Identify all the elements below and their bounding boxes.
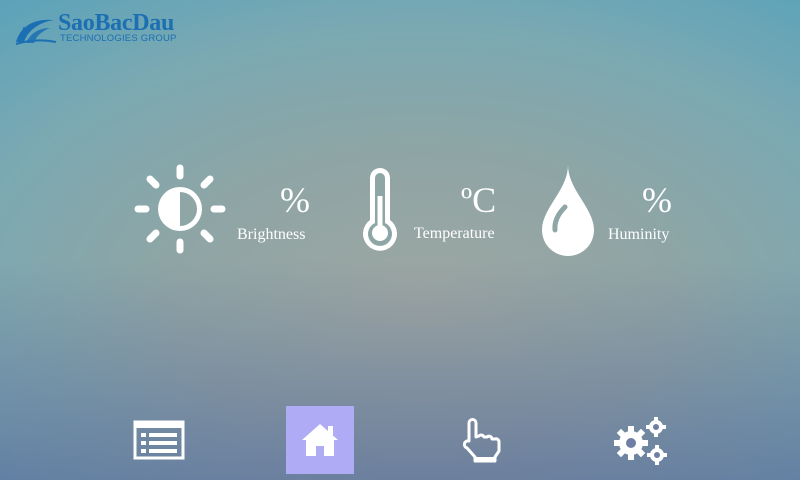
nav-list-button[interactable] <box>125 406 193 474</box>
background-shade <box>0 260 800 480</box>
nav-settings-button[interactable] <box>606 406 674 474</box>
temperature-unit: ºC <box>461 180 497 220</box>
sun-icon <box>134 164 226 254</box>
nav-touch-button[interactable] <box>446 406 514 474</box>
water-drop-icon <box>542 165 594 256</box>
thermometer-icon <box>363 168 397 251</box>
home-icon <box>302 424 338 456</box>
sensor-humidity[interactable]: % Huminity <box>538 160 688 260</box>
brand-subtitle: TECHNOLOGIES GROUP <box>60 33 177 44</box>
list-icon <box>133 420 185 460</box>
gears-icon <box>614 417 667 465</box>
humidity-unit: % <box>642 180 672 220</box>
temperature-label: Temperature <box>414 225 495 242</box>
brightness-unit: % <box>280 180 310 220</box>
sensor-brightness[interactable]: % Brightness <box>132 160 322 260</box>
brand-logo: SaoBacDau TECHNOLOGIES GROUP <box>14 10 214 48</box>
nav-home-button[interactable] <box>286 406 354 474</box>
touch-hand-icon <box>462 418 501 463</box>
humidity-label: Huminity <box>608 226 670 243</box>
sensor-temperature[interactable]: ºC Temperature <box>355 160 505 260</box>
logo-mark-icon <box>15 19 57 45</box>
brightness-label: Brightness <box>237 226 306 243</box>
